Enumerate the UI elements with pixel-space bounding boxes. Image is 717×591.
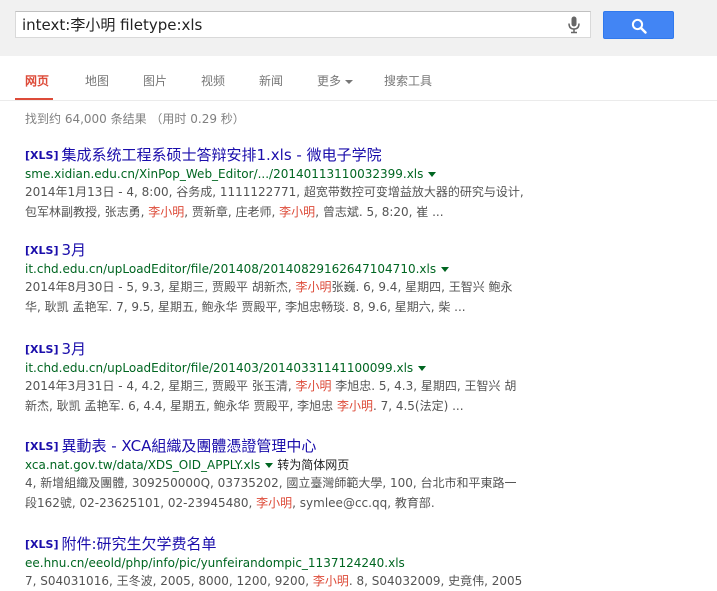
snippet-line: 华, 耿凯 孟艳军. 7, 9.5, 星期五, 鲍永华 贾殿平, 李旭忠畅琰. … [25, 300, 466, 314]
file-type-tag: [XLS] [25, 244, 59, 257]
result-snippet: 4, 新增組織及團體, 309250000Q, 03735202, 國立臺灣師範… [25, 473, 705, 513]
dropdown-arrow-icon[interactable] [265, 463, 274, 468]
file-type-tag: [XLS] [25, 343, 59, 356]
result-snippet: 2014年1月13日 - 4, 8:00, 谷务成, 1111122771, 超… [25, 182, 705, 222]
result-title-link[interactable]: [XLS] 3月 [25, 340, 705, 359]
tab-search-tools[interactable]: 搜索工具 [384, 72, 432, 89]
snippet-highlight: 李小明 [279, 205, 316, 219]
result-item: [XLS] 異動表 - XCA組織及團體憑證管理中心 xca.nat.gov.tw… [25, 437, 705, 513]
result-title-link[interactable]: [XLS] 3月 [25, 241, 705, 260]
result-snippet: 2014年3月31日 - 4, 4.2, 星期三, 贾殿平 张玉清, 李小明 李… [25, 376, 705, 416]
result-url-text: ee.hnu.cn/eeold/php/info/pic/yunfeirando… [25, 556, 405, 570]
search-icon [631, 18, 647, 34]
result-item: [XLS] 3月 it.chd.edu.cn/upLoadEditor/file/… [25, 340, 705, 416]
translate-link[interactable]: 转为简体网页 [277, 458, 349, 472]
result-stats: 找到约 64,000 条结果 （用时 0.29 秒） [25, 112, 245, 126]
result-title: 集成系统工程系硕士答辩安排1.xls - 微电子学院 [61, 146, 382, 164]
microphone-icon[interactable] [568, 16, 580, 34]
snippet-text: 新杰, 耿凯 孟艳军. 6, 4.4, 星期五, 鲍永华 贾殿平, 李旭忠 [25, 399, 337, 413]
result-url: it.chd.edu.cn/upLoadEditor/file/201408/2… [25, 261, 705, 277]
file-type-tag: [XLS] [25, 149, 59, 162]
result-url-text: it.chd.edu.cn/upLoadEditor/file/201403/2… [25, 361, 414, 375]
result-title: 3月 [61, 340, 87, 358]
result-title-link[interactable]: [XLS] 集成系统工程系硕士答辩安排1.xls - 微电子学院 [25, 146, 705, 165]
snippet-highlight: 李小明 [295, 280, 332, 294]
snippet-line: 7, S04031016, 王冬波, 2005, 8000, 1200, 920… [25, 571, 705, 591]
result-url: sme.xidian.edu.cn/XinPop_Web_Editor/.../… [25, 166, 705, 182]
snippet-text: 段162號, 02-23625101, 02-23945480, [25, 496, 257, 510]
snippet-highlight: 李小明 [336, 399, 373, 413]
result-snippet: 2014年8月30日 - 5, 9.3, 星期三, 贾殿平 胡新杰, 李小明张巍… [25, 277, 705, 317]
snippet-text: 2014年8月30日 - 5, 9.3, 星期三, 贾殿平 胡新杰, [25, 280, 296, 294]
snippet-text: 李旭忠. 5, 4.3, 星期四, 王智兴 胡 [331, 379, 517, 393]
snippet-highlight: 李小明 [295, 379, 332, 393]
search-button[interactable] [603, 11, 674, 39]
file-type-tag: [XLS] [25, 538, 59, 551]
result-url-text: xca.nat.gov.tw/data/XDS_OID_APPLY.xls [25, 458, 261, 472]
active-tab-indicator [15, 98, 53, 100]
result-item: [XLS] 3月 it.chd.edu.cn/upLoadEditor/file/… [25, 241, 705, 317]
snippet-highlight: 李小明 [148, 205, 185, 219]
result-url: xca.nat.gov.tw/data/XDS_OID_APPLY.xls 转为简… [25, 457, 705, 473]
result-title: 3月 [61, 241, 87, 259]
result-title-link[interactable]: [XLS] 異動表 - XCA組織及團體憑證管理中心 [25, 437, 705, 456]
snippet-line: 新杰, 耿凯 孟艳军. 6, 4.4, 星期五, 鲍永华 贾殿平, 李旭忠 李小… [25, 396, 705, 416]
dropdown-arrow-icon[interactable] [428, 172, 437, 177]
search-box[interactable] [15, 11, 591, 38]
tab-images[interactable]: 图片 [143, 72, 167, 89]
result-title: 附件:研究生欠学费名单 [61, 535, 217, 553]
tab-more-label: 更多 [317, 74, 342, 88]
snippet-line: 2014年8月30日 - 5, 9.3, 星期三, 贾殿平 胡新杰, 李小明张巍… [25, 277, 705, 297]
snippet-text: , symlee@cc.qq, 教育部. [292, 496, 435, 510]
tab-news[interactable]: 新闻 [259, 72, 283, 89]
snippet-text: 7, S04031016, 王冬波, 2005, 8000, 1200, 920… [25, 574, 313, 588]
snippet-text: , 曾志斌. 5, 8:20, 崔 ... [315, 205, 444, 219]
snippet-line: 包军林副教授, 张志勇, 李小明, 贾新章, 庄老师, 李小明, 曾志斌. 5,… [25, 202, 705, 222]
snippet-text: 包军林副教授, 张志勇, [25, 205, 149, 219]
snippet-text: . 7, 4.5(法定) ... [372, 399, 464, 413]
chevron-down-icon [345, 79, 354, 84]
result-item: [XLS] 附件:研究生欠学费名单 ee.hnu.cn/eeold/php/inf… [25, 535, 705, 591]
snippet-text: , 贾新章, 庄老师, [184, 205, 280, 219]
snippet-text: 张巍. 6, 9.4, 星期四, 王智兴 鲍永 [331, 280, 513, 294]
top-bar [0, 0, 717, 56]
result-title-link[interactable]: [XLS] 附件:研究生欠学费名单 [25, 535, 705, 554]
result-url-text: sme.xidian.edu.cn/XinPop_Web_Editor/.../… [25, 167, 424, 181]
tab-web[interactable]: 网页 [25, 72, 49, 89]
result-url: it.chd.edu.cn/upLoadEditor/file/201403/2… [25, 360, 705, 376]
snippet-highlight: 李小明 [312, 574, 349, 588]
search-input[interactable] [22, 12, 552, 37]
search-tabs: 网页 地图 图片 视频 新闻 更多 搜索工具 [0, 56, 717, 101]
snippet-text: 2014年3月31日 - 4, 4.2, 星期三, 贾殿平 张玉清, [25, 379, 296, 393]
snippet-text: . 8, S04032009, 史竟伟, 2005 [348, 574, 523, 588]
tab-more[interactable]: 更多 [317, 72, 354, 89]
tab-videos[interactable]: 视频 [201, 72, 225, 89]
snippet-line: 段162號, 02-23625101, 02-23945480, 李小明, sy… [25, 493, 705, 513]
snippet-line: 2014年1月13日 - 4, 8:00, 谷务成, 1111122771, 超… [25, 185, 524, 199]
snippet-highlight: 李小明 [256, 496, 293, 510]
result-snippet: 7, S04031016, 王冬波, 2005, 8000, 1200, 920… [25, 571, 705, 591]
dropdown-arrow-icon[interactable] [418, 366, 427, 371]
snippet-line: 2014年3月31日 - 4, 4.2, 星期三, 贾殿平 张玉清, 李小明 李… [25, 376, 705, 396]
result-title: 異動表 - XCA組織及團體憑證管理中心 [61, 437, 317, 455]
result-item: [XLS] 集成系统工程系硕士答辩安排1.xls - 微电子学院 sme.xidi… [25, 146, 705, 222]
result-url-text: it.chd.edu.cn/upLoadEditor/file/201408/2… [25, 262, 437, 276]
tab-maps[interactable]: 地图 [85, 72, 109, 89]
file-type-tag: [XLS] [25, 440, 59, 453]
dropdown-arrow-icon[interactable] [441, 267, 450, 272]
result-url: ee.hnu.cn/eeold/php/info/pic/yunfeirando… [25, 555, 705, 571]
snippet-line: 4, 新增組織及團體, 309250000Q, 03735202, 國立臺灣師範… [25, 476, 517, 490]
